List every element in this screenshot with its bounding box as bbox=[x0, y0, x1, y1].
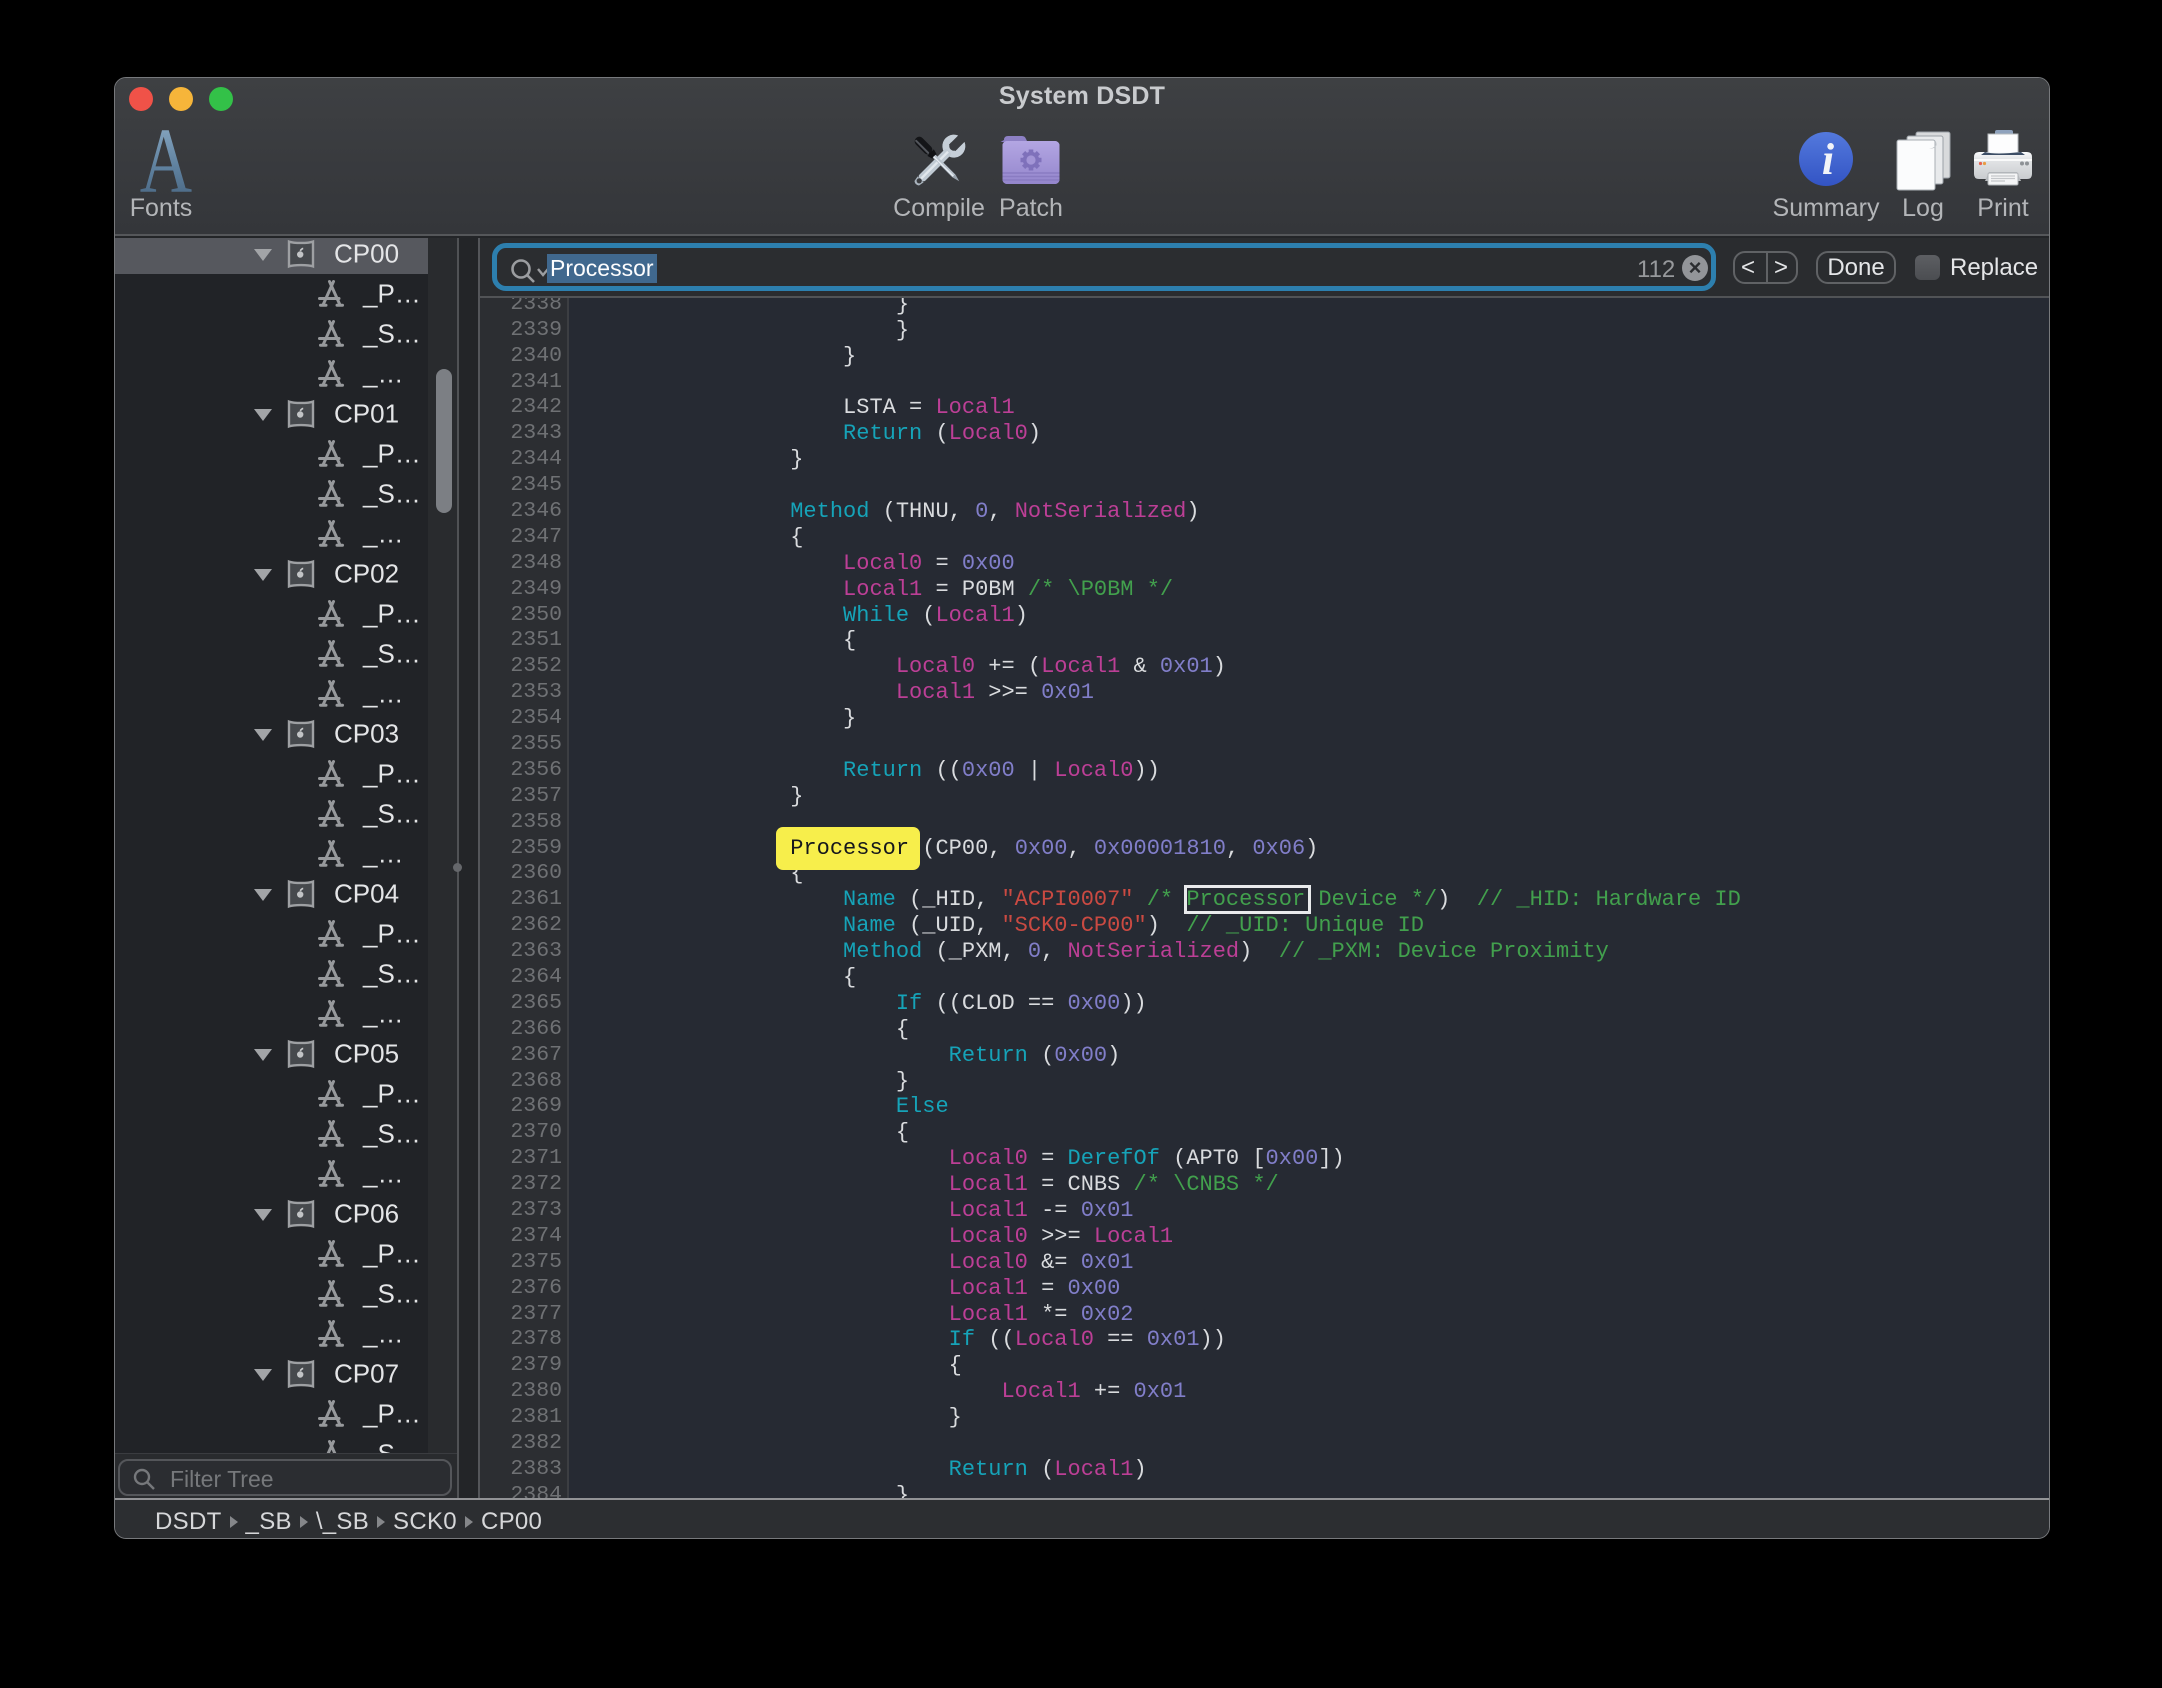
svg-text:i: i bbox=[1822, 135, 1835, 184]
svg-text:A: A bbox=[140, 129, 192, 193]
